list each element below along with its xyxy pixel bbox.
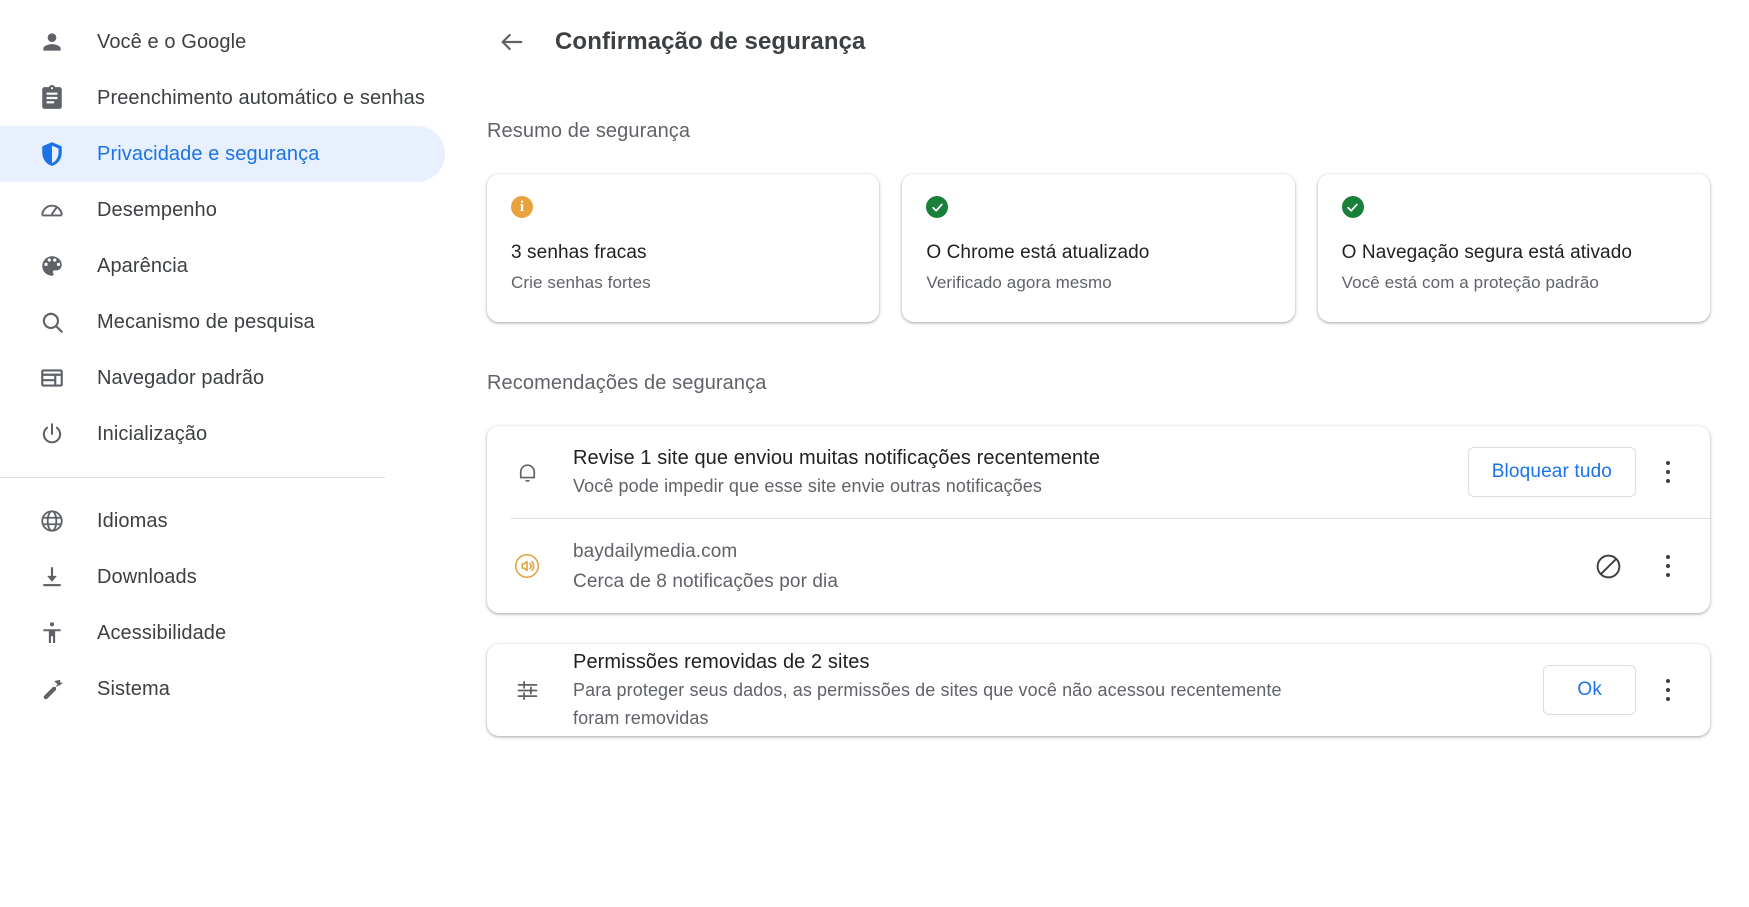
- sidebar-item-system[interactable]: Sistema: [0, 661, 445, 717]
- site-detail: Cerca de 8 notificações por dia: [573, 570, 839, 592]
- power-icon: [38, 420, 66, 448]
- notifications-review-actions: Bloquear tudo: [1467, 447, 1690, 497]
- sidebar-item-label: Você e o Google: [97, 31, 247, 53]
- sidebar-item-search-engine[interactable]: Mecanismo de pesquisa: [0, 294, 445, 350]
- sidebar-item-label: Sistema: [97, 678, 170, 700]
- tune-icon: [511, 677, 543, 704]
- permissions-removed-row: Permissões removidas de 2 sites Para pro…: [487, 644, 1710, 736]
- sidebar-item-label: Downloads: [97, 566, 197, 588]
- accessibility-icon: [38, 619, 66, 647]
- globe-icon: [38, 507, 66, 535]
- clipboard-icon: [38, 84, 66, 112]
- more-vert-icon[interactable]: [1646, 668, 1690, 712]
- sidebar-item-label: Inicialização: [97, 423, 208, 445]
- more-vert-icon[interactable]: [1646, 450, 1690, 494]
- site-name: baydailymedia.com: [573, 540, 738, 562]
- recommendation-subtitle-line1: Para proteger seus dados, as permissões …: [573, 680, 1282, 700]
- recommendation-subtitle-line2: foram removidas: [573, 708, 709, 728]
- permissions-removed-text: Permissões removidas de 2 sites Para pro…: [573, 648, 1543, 732]
- recommendation-subtitle: Você pode impedir que esse site envie ou…: [573, 476, 1042, 496]
- info-badge-icon: i: [511, 196, 533, 218]
- summary-card-subtitle: Você está com a proteção padrão: [1341, 273, 1599, 292]
- recommendation-title: Permissões removidas de 2 sites: [573, 651, 870, 673]
- summary-card-subtitle: Verificado agora mesmo: [926, 273, 1112, 292]
- page-header: Confirmação de segurança: [478, 0, 1749, 70]
- sidebar-item-label: Privacidade e segurança: [97, 143, 320, 165]
- sidebar-divider: [0, 477, 385, 478]
- download-icon: [38, 563, 66, 591]
- permissions-removed-actions: Ok: [1543, 665, 1690, 715]
- block-icon[interactable]: [1586, 544, 1630, 588]
- recommendation-card-permissions: Permissões removidas de 2 sites Para pro…: [487, 644, 1710, 736]
- summary-card-safe-browsing[interactable]: O Navegação segura está ativado Você est…: [1317, 174, 1710, 322]
- browser-icon: [38, 364, 66, 392]
- block-all-button[interactable]: Bloquear tudo: [1467, 447, 1636, 497]
- sidebar-item-you-and-google[interactable]: Você e o Google: [0, 14, 445, 70]
- recommendation-title: Revise 1 site que enviou muitas notifica…: [573, 447, 1101, 469]
- summary-card-chrome-updated[interactable]: O Chrome está atualizado Verificado agor…: [902, 174, 1295, 322]
- main-content: Confirmação de segurança Resumo de segur…: [470, 0, 1749, 907]
- sidebar-item-default-browser[interactable]: Navegador padrão: [0, 350, 445, 406]
- summary-card-subtitle: Crie senhas fortes: [511, 273, 651, 292]
- check-badge-icon: [926, 196, 949, 218]
- notifications-review-row: Revise 1 site que enviou muitas notifica…: [487, 426, 1710, 518]
- sidebar-item-performance[interactable]: Desempenho: [0, 182, 445, 238]
- recommendation-card-notifications: Revise 1 site que enviou muitas notifica…: [487, 426, 1710, 613]
- page-title: Confirmação de segurança: [555, 28, 866, 55]
- sidebar-item-label: Desempenho: [97, 199, 217, 221]
- notification-site-text: baydailymedia.com Cerca de 8 notificaçõe…: [573, 538, 1586, 595]
- summary-card-title: O Chrome está atualizado: [926, 242, 1150, 263]
- sidebar-item-label: Navegador padrão: [97, 367, 265, 389]
- security-recommendations-label: Recomendações de segurança: [487, 372, 767, 394]
- palette-icon: [38, 252, 66, 280]
- sidebar-item-label: Acessibilidade: [97, 622, 227, 644]
- wrench-icon: [38, 675, 66, 703]
- summary-card-title: 3 senhas fracas: [511, 242, 647, 263]
- person-icon: [38, 28, 66, 56]
- sidebar-item-appearance[interactable]: Aparência: [0, 238, 445, 294]
- notifications-review-text: Revise 1 site que enviou muitas notifica…: [573, 444, 1468, 500]
- summary-card-title: O Navegação segura está ativado: [1341, 242, 1633, 263]
- sidebar-item-privacy-security[interactable]: Privacidade e segurança: [0, 126, 445, 182]
- sidebar-item-autofill[interactable]: Preenchimento automático e senhas: [0, 70, 445, 126]
- sidebar-item-label: Idiomas: [97, 510, 168, 532]
- notification-site-actions: [1586, 544, 1690, 588]
- sidebar-item-languages[interactable]: Idiomas: [0, 493, 445, 549]
- shield-icon: [38, 140, 66, 168]
- check-badge-icon: [1341, 196, 1364, 218]
- more-vert-icon[interactable]: [1646, 544, 1690, 588]
- sidebar-item-downloads[interactable]: Downloads: [0, 549, 445, 605]
- sidebar-item-label: Preenchimento automático e senhas: [97, 87, 425, 109]
- security-summary-label: Resumo de segurança: [487, 120, 691, 142]
- security-summary-cards: i 3 senhas fracas Crie senhas fortes O C…: [478, 174, 1749, 322]
- speedometer-icon: [38, 196, 66, 224]
- sound-on-icon: [511, 551, 543, 581]
- summary-card-weak-passwords[interactable]: i 3 senhas fracas Crie senhas fortes: [487, 174, 880, 322]
- sidebar-item-label: Mecanismo de pesquisa: [97, 311, 315, 333]
- settings-page: Você e o Google Preenchimento automático…: [0, 0, 1749, 907]
- sidebar-item-label: Aparência: [97, 255, 188, 277]
- sidebar-item-accessibility[interactable]: Acessibilidade: [0, 605, 445, 661]
- settings-sidebar: Você e o Google Preenchimento automático…: [0, 0, 470, 907]
- ok-button[interactable]: Ok: [1543, 665, 1636, 715]
- arrow-back-icon[interactable]: [488, 18, 536, 66]
- search-icon: [38, 308, 66, 336]
- notification-site-row: baydailymedia.com Cerca de 8 notificaçõe…: [487, 519, 1710, 613]
- bell-icon: [511, 459, 543, 486]
- sidebar-item-on-startup[interactable]: Inicialização: [0, 406, 445, 462]
